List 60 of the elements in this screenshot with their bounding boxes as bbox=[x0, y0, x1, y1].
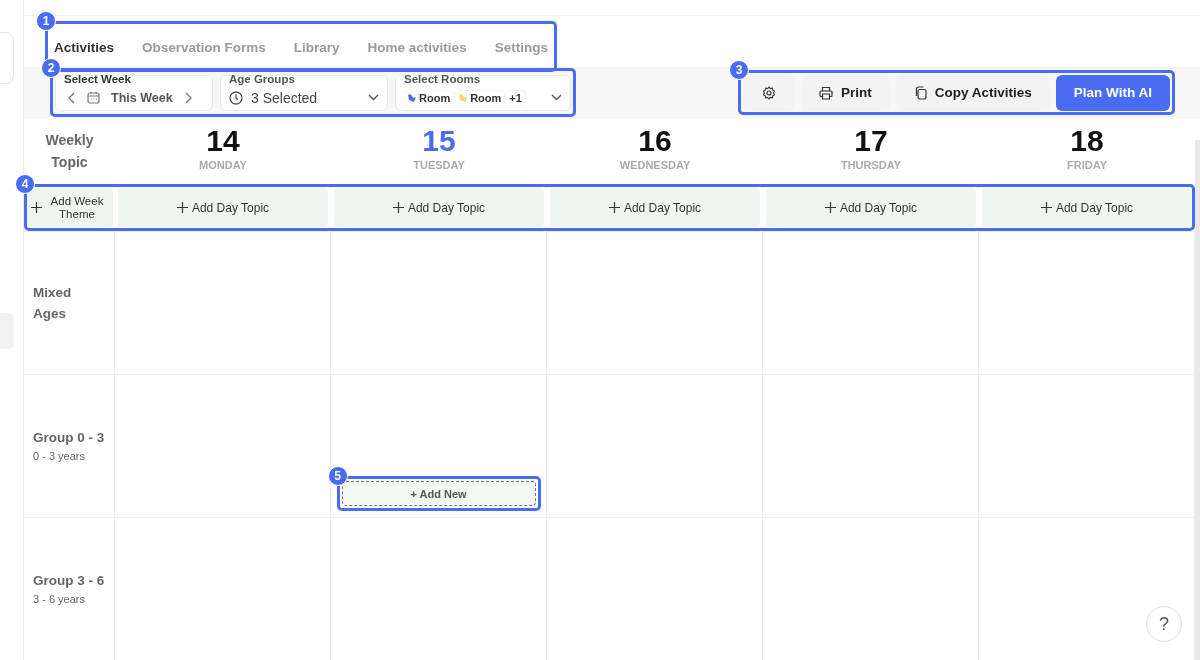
group-name: Mixed Ages bbox=[33, 284, 73, 323]
week-value: This Week bbox=[111, 91, 173, 105]
scrollbar[interactable] bbox=[1195, 140, 1200, 660]
day-name: FRIDAY bbox=[1067, 159, 1107, 171]
field-label: Select Rooms bbox=[404, 72, 482, 86]
dropdown-field[interactable]: Select Rooms Room Room +1 bbox=[395, 75, 571, 111]
field-label: Select Week bbox=[64, 72, 132, 86]
chevron-right-icon bbox=[183, 92, 192, 104]
day-name: THURSDAY bbox=[840, 159, 902, 171]
dropdown-field[interactable]: Select Week This Week bbox=[55, 75, 213, 111]
add-new-button[interactable]: + Add New bbox=[341, 481, 536, 506]
clock-icon bbox=[229, 91, 243, 105]
chevron-down-icon bbox=[551, 94, 562, 102]
copy-button[interactable]: Copy Activities bbox=[895, 75, 1050, 111]
chip-label: Room bbox=[419, 92, 451, 104]
add-day-topic-button[interactable]: Add Day Topic bbox=[982, 188, 1192, 227]
group-age-range: 3 - 6 years bbox=[33, 593, 86, 605]
chevron-left-icon bbox=[68, 92, 76, 104]
add-week-theme-button[interactable]: Add Week Theme bbox=[27, 188, 113, 227]
day-number[interactable]: 17 bbox=[854, 123, 888, 159]
settings-icon bbox=[762, 86, 777, 100]
plus-icon bbox=[824, 202, 836, 213]
callout-badge: 2 bbox=[41, 58, 61, 79]
plus-icon bbox=[31, 202, 42, 213]
plus-icon bbox=[392, 202, 404, 213]
add-day-topic-button[interactable]: Add Day Topic bbox=[766, 188, 976, 227]
age-groups-value: 3 Selected bbox=[251, 90, 318, 106]
print-button[interactable]: Print bbox=[801, 75, 890, 111]
plus-icon bbox=[1040, 202, 1052, 213]
add-day-topic-button[interactable]: Add Day Topic bbox=[118, 188, 328, 227]
callout-badge: 1 bbox=[36, 10, 56, 31]
callout-badge: 5 bbox=[327, 466, 348, 486]
add-day-topic-button[interactable]: Add Day Topic bbox=[334, 188, 544, 227]
group-name: Group 0 - 3 bbox=[33, 430, 106, 445]
field-label: Age Groups bbox=[229, 72, 296, 86]
printer-icon bbox=[819, 86, 834, 100]
callout-badge: 4 bbox=[15, 174, 35, 194]
day-name: WEDNESDAY bbox=[619, 159, 691, 171]
chip-label: Room bbox=[470, 92, 502, 104]
chevron-down-icon bbox=[368, 94, 379, 102]
help-button[interactable]: ? bbox=[1146, 606, 1182, 642]
group-name: Group 3 - 6 bbox=[33, 573, 106, 588]
weekly-topic-label: Weekly Topic bbox=[44, 131, 95, 172]
plus-icon bbox=[608, 202, 620, 213]
callout-badge: 3 bbox=[729, 60, 750, 81]
more-count: +1 bbox=[506, 91, 525, 105]
settings-button[interactable] bbox=[743, 75, 796, 111]
copy-icon bbox=[913, 86, 927, 100]
day-number[interactable]: 18 bbox=[1070, 123, 1104, 159]
group-age-range: 0 - 3 years bbox=[33, 450, 86, 462]
day-name: TUESDAY bbox=[413, 159, 465, 171]
day-number[interactable]: 16 bbox=[638, 123, 672, 159]
day-number[interactable]: 15 bbox=[422, 123, 456, 159]
plan-button[interactable]: Plan With AI bbox=[1055, 75, 1170, 111]
plus-icon bbox=[176, 202, 188, 213]
day-number[interactable]: 14 bbox=[206, 123, 240, 159]
add-day-topic-button[interactable]: Add Day Topic bbox=[550, 188, 760, 227]
dropdown-field[interactable]: Age Groups 3 Selected bbox=[220, 75, 388, 111]
calendar-icon bbox=[87, 91, 100, 105]
day-name: MONDAY bbox=[199, 159, 247, 171]
